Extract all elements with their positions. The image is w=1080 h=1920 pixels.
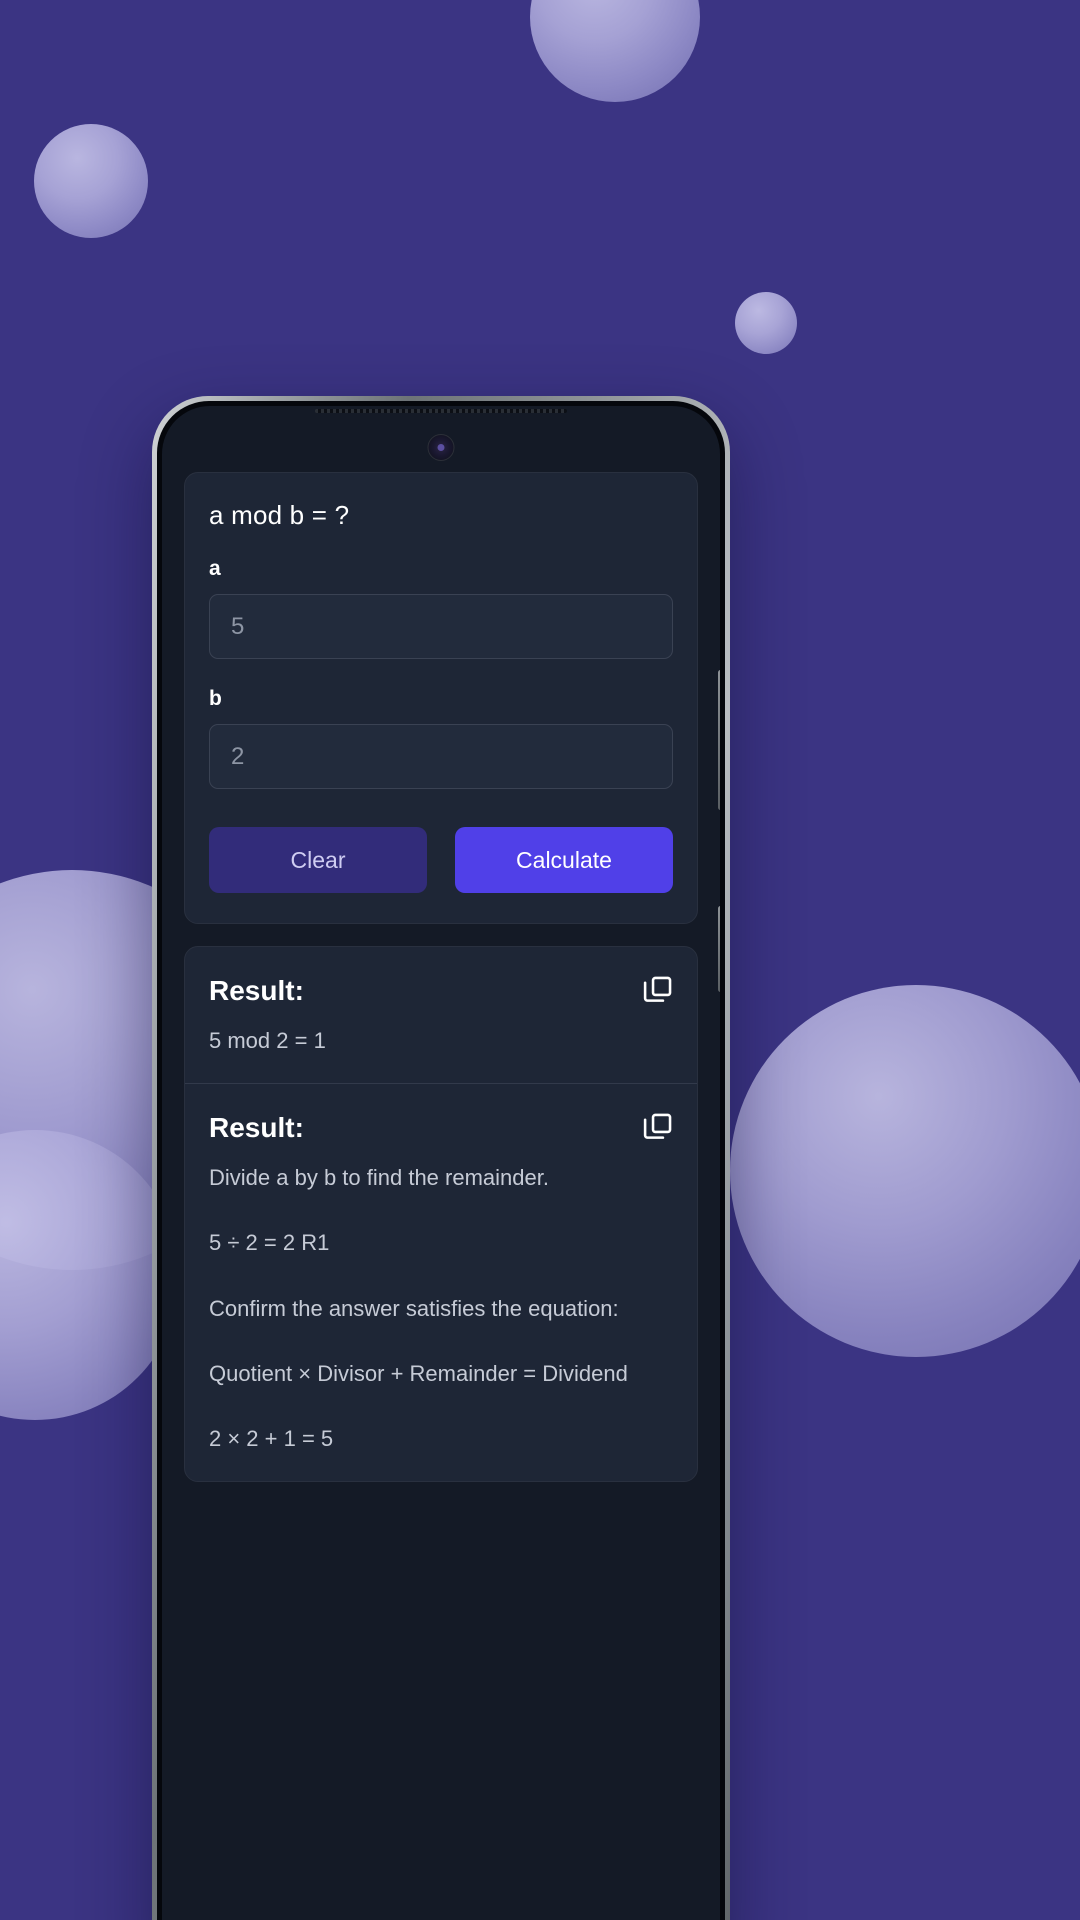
phone-bezel: a mod b = ? a b Clear Calculate [157,401,725,1920]
result-text-line: Divide a by b to find the remainder. [209,1165,549,1191]
copy-icon[interactable] [641,1110,675,1144]
result-text-line: Quotient × Divisor + Remainder = Dividen… [209,1360,628,1386]
volume-button[interactable] [718,670,720,810]
decorative-sphere [530,0,700,102]
field-label-a: a [209,557,221,580]
front-camera-icon [427,434,455,461]
decorative-sphere [735,292,797,354]
result-text-line: 5 mod 2 = 1 [209,1028,326,1053]
phone-screen: a mod b = ? a b Clear Calculate [162,406,720,1920]
app-content: a mod b = ? a b Clear Calculate [162,472,720,1920]
input-field-b[interactable] [209,724,673,789]
field-label-b: b [209,687,222,710]
result-text-line: 5 ÷ 2 = 2 R1 [209,1230,330,1256]
result-block-answer: Result: 5 mod 2 = 1 [185,947,697,1083]
result-text-line: 2 × 2 + 1 = 5 [209,1425,334,1451]
page-title: a mod b = ? [209,500,350,530]
result-heading: Result: [209,975,304,1006]
results-card: Result: 5 mod 2 = 1 Result: Divide a by … [184,946,698,1483]
power-button[interactable] [718,906,720,992]
copy-icon[interactable] [641,973,675,1007]
result-text-line: Confirm the answer satisfies the equatio… [209,1295,619,1321]
phone-mockup: a mod b = ? a b Clear Calculate [152,396,730,1920]
decorative-sphere [34,124,148,238]
result-block-explanation: Result: Divide a by b to find the remain… [185,1083,697,1481]
calculate-button[interactable]: Calculate [455,827,673,893]
decorative-sphere [730,985,1080,1357]
result-heading: Result: [209,1112,304,1144]
calculator-input-card: a mod b = ? a b Clear Calculate [184,472,698,924]
clear-button[interactable]: Clear [209,827,427,893]
input-field-a[interactable] [209,594,673,659]
speaker-grille-icon [315,409,567,413]
screenshot-root: a mod b = ? a b Clear Calculate [0,0,1080,1920]
action-button-row: Clear Calculate [209,827,673,893]
field-spacer [209,659,673,687]
